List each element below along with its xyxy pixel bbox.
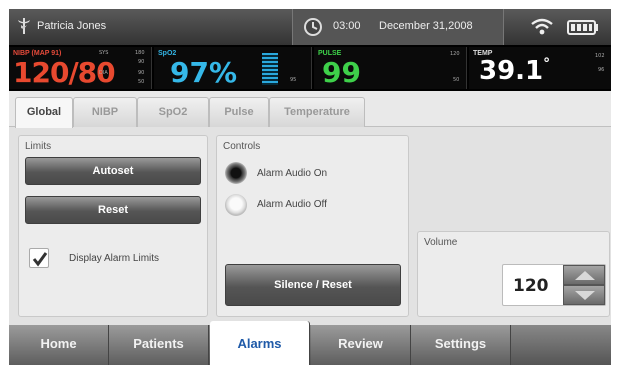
spo2-panel[interactable]: SpO2 97% 95	[154, 47, 312, 89]
spo2-limit-low: 95	[290, 77, 297, 83]
bottom-nav: Home Patients Alarms Review Settings	[9, 321, 611, 365]
nibp-sys-label: SYS	[99, 50, 109, 56]
tab-pulse[interactable]: Pulse	[209, 97, 269, 127]
volume-down-button[interactable]	[563, 285, 605, 305]
autoset-button[interactable]: Autoset	[25, 157, 201, 185]
tab-global[interactable]: Global	[15, 97, 73, 128]
volume-value: 120	[513, 276, 549, 296]
nav-settings[interactable]: Settings	[411, 325, 511, 365]
clock-date: December 31,2008	[379, 20, 473, 32]
nibp-sys-high: 180	[135, 50, 145, 56]
alarm-audio-on-label: Alarm Audio On	[257, 168, 328, 179]
vitals-strip: NIBP (MAP 91) 120/80 SYS 180 90 DIA 90 5…	[9, 45, 611, 91]
nav-alarms[interactable]: Alarms	[210, 321, 310, 365]
temp-number: 39.1	[479, 56, 544, 86]
clock-date-area[interactable]: 03:00 December 31,2008	[292, 9, 504, 45]
alarms-main-area: Global NIBP SpO2 Pulse Temperature Limit…	[9, 91, 611, 325]
nav-patients[interactable]: Patients	[109, 325, 209, 365]
tab-spo2[interactable]: SpO2	[137, 97, 209, 127]
nibp-dia-label: DIA	[99, 70, 108, 76]
nibp-panel[interactable]: NIBP (MAP 91) 120/80 SYS 180 90 DIA 90 5…	[9, 47, 152, 89]
arrow-down-icon	[575, 291, 595, 300]
nav-home[interactable]: Home	[9, 325, 109, 365]
caduceus-icon	[18, 18, 30, 34]
temp-value: 39.1°	[479, 56, 550, 86]
patient-name[interactable]: Patricia Jones	[37, 20, 106, 32]
nibp-dia-low: 50	[138, 79, 145, 85]
battery-icon	[567, 20, 598, 35]
controls-title: Controls	[223, 141, 261, 152]
reset-button[interactable]: Reset	[25, 196, 201, 224]
checkmark-icon	[32, 252, 48, 267]
status-bar: Patricia Jones 03:00 December 31,2008	[9, 9, 611, 45]
nibp-sys-low: 90	[138, 59, 145, 65]
tab-nibp[interactable]: NIBP	[73, 97, 137, 127]
silence-reset-button[interactable]: Silence / Reset	[225, 264, 401, 306]
temp-limit-low: 96	[598, 67, 605, 73]
alarm-audio-on-radio[interactable]	[225, 162, 247, 184]
limits-panel: Limits Autoset Reset Display Alarm Limit…	[18, 135, 208, 317]
temp-limit-high: 102	[595, 53, 605, 59]
clock-icon	[304, 18, 322, 36]
nibp-dia-high: 90	[138, 70, 145, 76]
temp-unit: °	[543, 56, 551, 72]
spo2-pulse-bar	[262, 53, 278, 85]
volume-title: Volume	[424, 237, 458, 248]
alarm-audio-off-label: Alarm Audio Off	[257, 199, 327, 210]
volume-panel: Volume 120	[417, 231, 610, 317]
temp-panel[interactable]: TEMP 39.1° 102 96	[469, 47, 611, 89]
arrow-up-icon	[575, 271, 595, 280]
limits-title: Limits	[25, 141, 52, 152]
nav-review[interactable]: Review	[311, 325, 411, 365]
pulse-panel[interactable]: PULSE 99 120 50	[314, 47, 467, 89]
tab-bar: Global NIBP SpO2 Pulse Temperature	[9, 91, 611, 128]
tab-temperature[interactable]: Temperature	[269, 97, 365, 127]
display-alarm-limits-checkbox[interactable]	[29, 248, 49, 268]
pulse-value: 99	[322, 56, 361, 89]
volume-up-button[interactable]	[563, 265, 605, 285]
display-alarm-limits-label: Display Alarm Limits	[69, 253, 160, 264]
wifi-icon	[531, 18, 553, 35]
volume-stepper[interactable]: 120	[502, 264, 606, 306]
alarm-audio-off-radio[interactable]	[225, 194, 247, 216]
pulse-limit-high: 120	[450, 51, 460, 57]
clock-time: 03:00	[333, 20, 361, 32]
pulse-limit-low: 50	[453, 77, 460, 83]
controls-panel: Controls Alarm Audio On Alarm Audio Off …	[216, 135, 409, 317]
spo2-value: 97%	[170, 56, 238, 89]
